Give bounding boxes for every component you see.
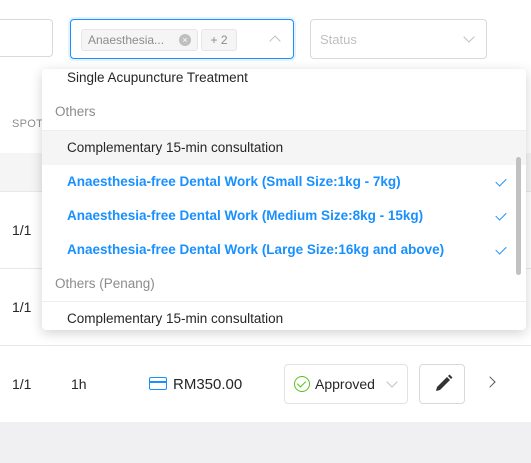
chevron-right-icon[interactable] bbox=[484, 376, 496, 388]
group-label: Others (Penang) bbox=[55, 276, 155, 291]
more-tag: + 2 bbox=[201, 29, 237, 51]
column-header-spot: SPOT bbox=[12, 118, 44, 130]
dropdown-group-label: Others (Penang) bbox=[42, 267, 526, 301]
dropdown-option[interactable]: Anaesthesia-free Dental Work (Large Size… bbox=[42, 233, 526, 267]
chevron-up-icon[interactable] bbox=[269, 35, 281, 47]
dropdown-option[interactable]: Anaesthesia-free Dental Work (Small Size… bbox=[42, 165, 526, 199]
check-icon bbox=[495, 243, 507, 255]
check-icon bbox=[495, 209, 507, 221]
check-circle-icon bbox=[294, 376, 310, 392]
footer-area bbox=[0, 422, 531, 463]
dropdown-option[interactable]: Single Acupuncture Treatment bbox=[42, 69, 526, 95]
status-label: Approved bbox=[315, 376, 375, 392]
chevron-down-icon bbox=[386, 376, 398, 388]
dropdown-scrollbar[interactable] bbox=[516, 157, 521, 275]
status-placeholder: Status bbox=[320, 32, 357, 47]
option-label: Anaesthesia-free Dental Work (Small Size… bbox=[67, 174, 401, 189]
dropdown-option[interactable]: Complementary 15-min consultation bbox=[42, 131, 526, 165]
credit-card-icon bbox=[149, 377, 167, 390]
category-multi-select[interactable]: Anaesthesia... × + 2 bbox=[70, 19, 294, 59]
row-spots: 1/1 bbox=[12, 299, 32, 315]
dropdown-option[interactable]: Anaesthesia-free Dental Work (Medium Siz… bbox=[42, 199, 526, 233]
status-dropdown[interactable]: Approved bbox=[284, 364, 408, 404]
category-dropdown-menu: Single Acupuncture Treatment Others Comp… bbox=[42, 69, 526, 330]
option-label: Complementary 15-min consultation bbox=[67, 311, 284, 326]
row-price: RM350.00 bbox=[173, 376, 243, 393]
status-select[interactable]: Status bbox=[310, 19, 487, 59]
option-label: Single Acupuncture Treatment bbox=[67, 70, 248, 85]
row-spots: 1/1 bbox=[12, 222, 32, 238]
row-duration: 1h bbox=[71, 376, 87, 392]
edit-button[interactable] bbox=[419, 364, 465, 404]
dropdown-group-label: Others bbox=[42, 95, 526, 129]
selected-tag[interactable]: Anaesthesia... × bbox=[81, 29, 198, 51]
row-spots: 1/1 bbox=[12, 376, 32, 392]
group-label: Others bbox=[55, 104, 96, 119]
close-icon[interactable]: × bbox=[179, 34, 191, 46]
option-label: Anaesthesia-free Dental Work (Large Size… bbox=[67, 242, 445, 257]
row-divider bbox=[0, 345, 531, 346]
search-input[interactable] bbox=[0, 19, 53, 57]
pencil-icon bbox=[436, 374, 453, 391]
chevron-down-icon bbox=[463, 31, 475, 43]
option-label: Anaesthesia-free Dental Work (Medium Siz… bbox=[67, 208, 424, 223]
dropdown-option[interactable]: Complementary 15-min consultation bbox=[42, 302, 526, 330]
check-icon bbox=[495, 175, 507, 187]
selected-tag-label: Anaesthesia... bbox=[88, 33, 165, 47]
option-label: Complementary 15-min consultation bbox=[67, 140, 284, 155]
